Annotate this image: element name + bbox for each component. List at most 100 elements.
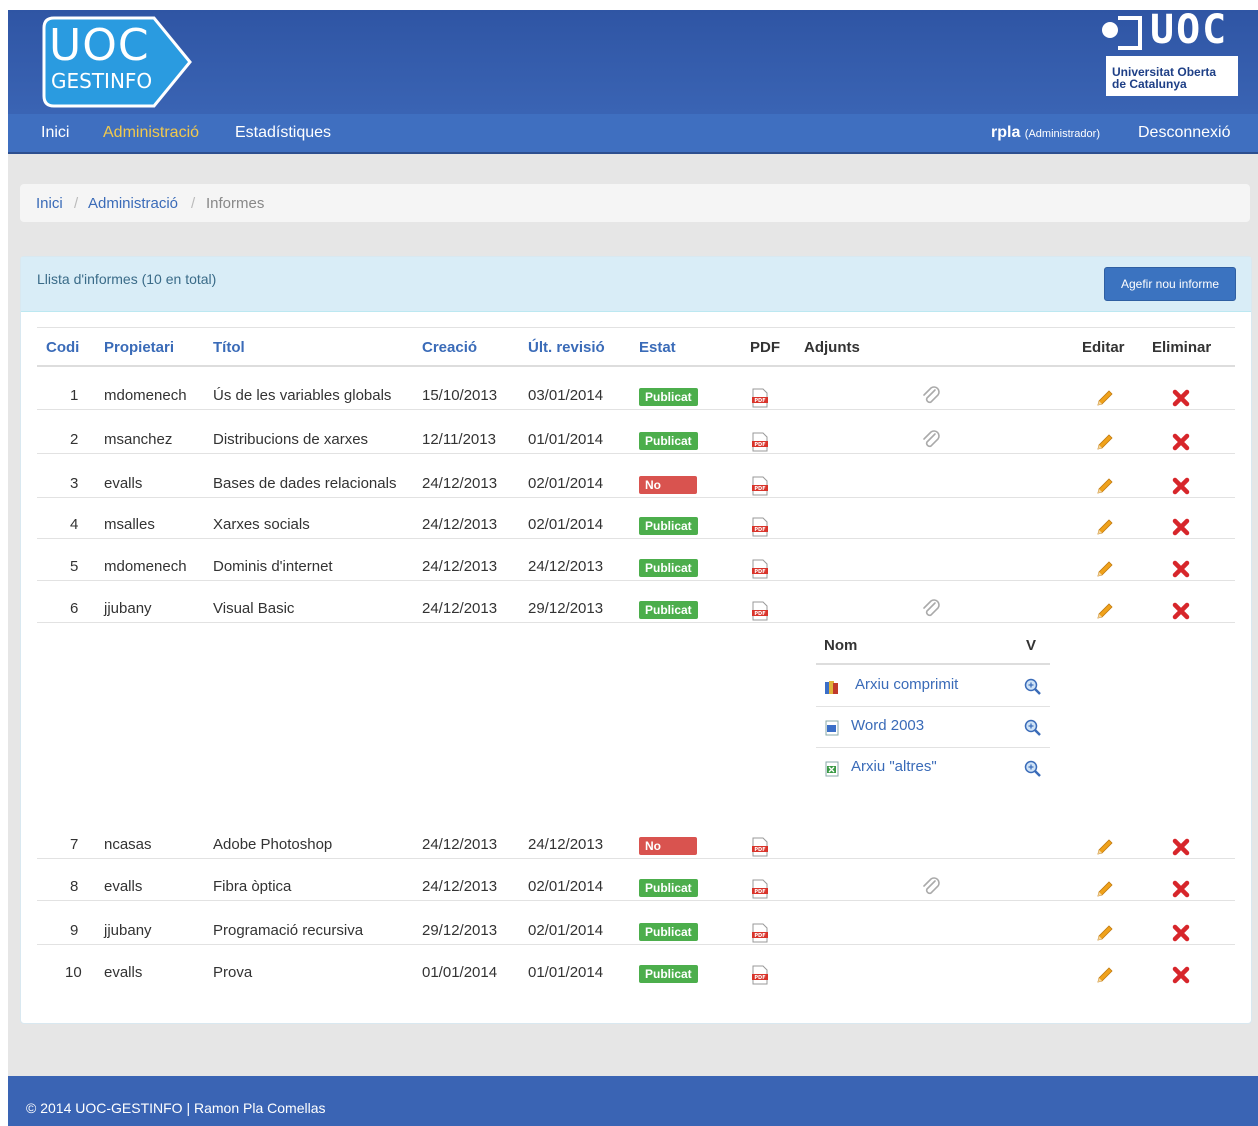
column-header-ult-revisio[interactable]: Últ. revisió <box>528 339 605 356</box>
cell-ult-revisio: 29/12/2013 <box>528 600 604 617</box>
cell-creacio: 15/10/2013 <box>422 387 498 404</box>
svg-text:PDF: PDF <box>754 527 765 533</box>
attachment-clip-icon[interactable] <box>921 386 943 408</box>
edit-pencil-icon[interactable] <box>1095 476 1115 496</box>
svg-text:PDF: PDF <box>754 398 765 404</box>
pdf-icon[interactable]: PDF <box>751 559 769 579</box>
nav-item-estadistiques[interactable]: Estadístiques <box>235 124 331 142</box>
cell-titol: Adobe Photoshop <box>213 836 333 853</box>
cell-titol: Ús de les variables globals <box>213 387 392 404</box>
cell-ult-revisio: 02/01/2014 <box>528 922 604 939</box>
delete-x-icon[interactable] <box>1171 432 1191 452</box>
uoc-logo-dot <box>1102 22 1118 38</box>
edit-pencil-icon[interactable] <box>1095 388 1115 408</box>
column-header-estat[interactable]: Estat <box>639 339 676 356</box>
delete-x-icon[interactable] <box>1171 879 1191 899</box>
cell-creacio: 12/11/2013 <box>422 431 496 448</box>
cell-propietari: evalls <box>104 878 143 895</box>
edit-pencil-icon[interactable] <box>1095 432 1115 452</box>
delete-x-icon[interactable] <box>1171 517 1191 537</box>
row-divider <box>37 409 1235 410</box>
cell-codi: 10 <box>65 964 82 981</box>
breadcrumb: Inici / Administració / Informes <box>20 184 1250 222</box>
pdf-icon[interactable]: PDF <box>751 601 769 621</box>
view-magnifier-icon[interactable] <box>1024 719 1042 737</box>
delete-x-icon[interactable] <box>1171 476 1191 496</box>
status-badge: No publicat <box>639 837 697 871</box>
cell-ult-revisio: 03/01/2014 <box>528 387 604 404</box>
attachments-header-v: V <box>1026 637 1037 654</box>
status-badge: Publicat <box>639 388 698 406</box>
delete-x-icon[interactable] <box>1171 388 1191 408</box>
cell-titol: Dominis d'internet <box>213 558 333 575</box>
status-badge: Publicat <box>639 517 698 535</box>
pdf-icon[interactable]: PDF <box>751 837 769 857</box>
attachment-link-arxiu-altres[interactable]: Arxiu "altres" <box>851 758 937 775</box>
column-header-codi[interactable]: Codi <box>46 339 79 356</box>
breadcrumb-inici[interactable]: Inici <box>36 195 63 212</box>
delete-x-icon[interactable] <box>1171 601 1191 621</box>
cell-creacio: 24/12/2013 <box>422 836 498 853</box>
cell-propietari: jjubany <box>104 600 152 617</box>
row-divider <box>37 858 1235 859</box>
cell-ult-revisio: 02/01/2014 <box>528 878 604 895</box>
pdf-icon[interactable]: PDF <box>751 476 769 496</box>
attachment-clip-icon[interactable] <box>921 877 943 899</box>
cell-ult-revisio: 01/01/2014 <box>528 431 604 448</box>
svg-text:PDF: PDF <box>754 889 765 895</box>
cell-creacio: 24/12/2013 <box>422 516 498 533</box>
svg-text:PDF: PDF <box>754 847 765 853</box>
nav-item-administracio[interactable]: Administració <box>103 124 199 142</box>
edit-pencil-icon[interactable] <box>1095 559 1115 579</box>
edit-pencil-icon[interactable] <box>1095 601 1115 621</box>
nav-item-inici[interactable]: Inici <box>41 124 69 142</box>
row-divider <box>37 944 1235 945</box>
cell-titol: Bases de dades relacionals <box>213 475 397 492</box>
view-magnifier-icon[interactable] <box>1024 678 1042 696</box>
delete-x-icon[interactable] <box>1171 559 1191 579</box>
cell-propietari: msalles <box>104 516 155 533</box>
uoc-logo-bracket <box>1118 16 1142 50</box>
cell-propietari: evalls <box>104 964 143 981</box>
attachments-header-nom: Nom <box>824 637 858 654</box>
delete-x-icon[interactable] <box>1171 837 1191 857</box>
svg-text:PDF: PDF <box>754 569 765 575</box>
row-divider <box>37 497 1235 498</box>
delete-x-icon[interactable] <box>1171 965 1191 985</box>
reports-panel: Llista d'informes (10 en total) Agefir n… <box>20 256 1252 1024</box>
cell-codi: 3 <box>70 475 79 492</box>
pdf-icon[interactable]: PDF <box>751 923 769 943</box>
add-report-button[interactable]: Agefir nou informe <box>1104 267 1236 301</box>
column-header-creacio[interactable]: Creació <box>422 339 477 356</box>
edit-pencil-icon[interactable] <box>1095 517 1115 537</box>
cell-ult-revisio: 02/01/2014 <box>528 475 604 492</box>
cell-codi: 4 <box>70 516 79 533</box>
column-header-titol[interactable]: Títol <box>213 339 245 356</box>
view-magnifier-icon[interactable] <box>1024 760 1042 778</box>
cell-ult-revisio: 24/12/2013 <box>528 836 604 853</box>
pdf-icon[interactable]: PDF <box>751 965 769 985</box>
pdf-icon[interactable]: PDF <box>751 879 769 899</box>
column-header-propietari[interactable]: Propietari <box>104 339 174 356</box>
logout-link[interactable]: Desconnexió <box>1138 124 1231 142</box>
gestinfo-logo[interactable]: UOC GESTINFO <box>42 16 192 108</box>
attachment-clip-icon[interactable] <box>921 430 943 452</box>
edit-pencil-icon[interactable] <box>1095 837 1115 857</box>
row-divider <box>37 580 1235 581</box>
attachment-clip-icon[interactable] <box>921 599 943 621</box>
edit-pencil-icon[interactable] <box>1095 965 1115 985</box>
pdf-icon[interactable]: PDF <box>751 388 769 408</box>
user-name: rpla <box>991 124 1021 141</box>
attachment-link-arxiu-comprimit[interactable]: Arxiu comprimit <box>855 676 958 693</box>
pdf-icon[interactable]: PDF <box>751 432 769 452</box>
logo-text-gestinfo: GESTINFO <box>51 69 153 93</box>
breadcrumb-administracio[interactable]: Administració <box>88 195 178 212</box>
delete-x-icon[interactable] <box>1171 923 1191 943</box>
attachments-header-border <box>816 663 1050 665</box>
edit-pencil-icon[interactable] <box>1095 879 1115 899</box>
pdf-icon[interactable]: PDF <box>751 517 769 537</box>
edit-pencil-icon[interactable] <box>1095 923 1115 943</box>
attachment-link-word-2003[interactable]: Word 2003 <box>851 717 924 734</box>
status-badge: Publicat <box>639 923 698 941</box>
status-badge: Publicat <box>639 432 698 450</box>
